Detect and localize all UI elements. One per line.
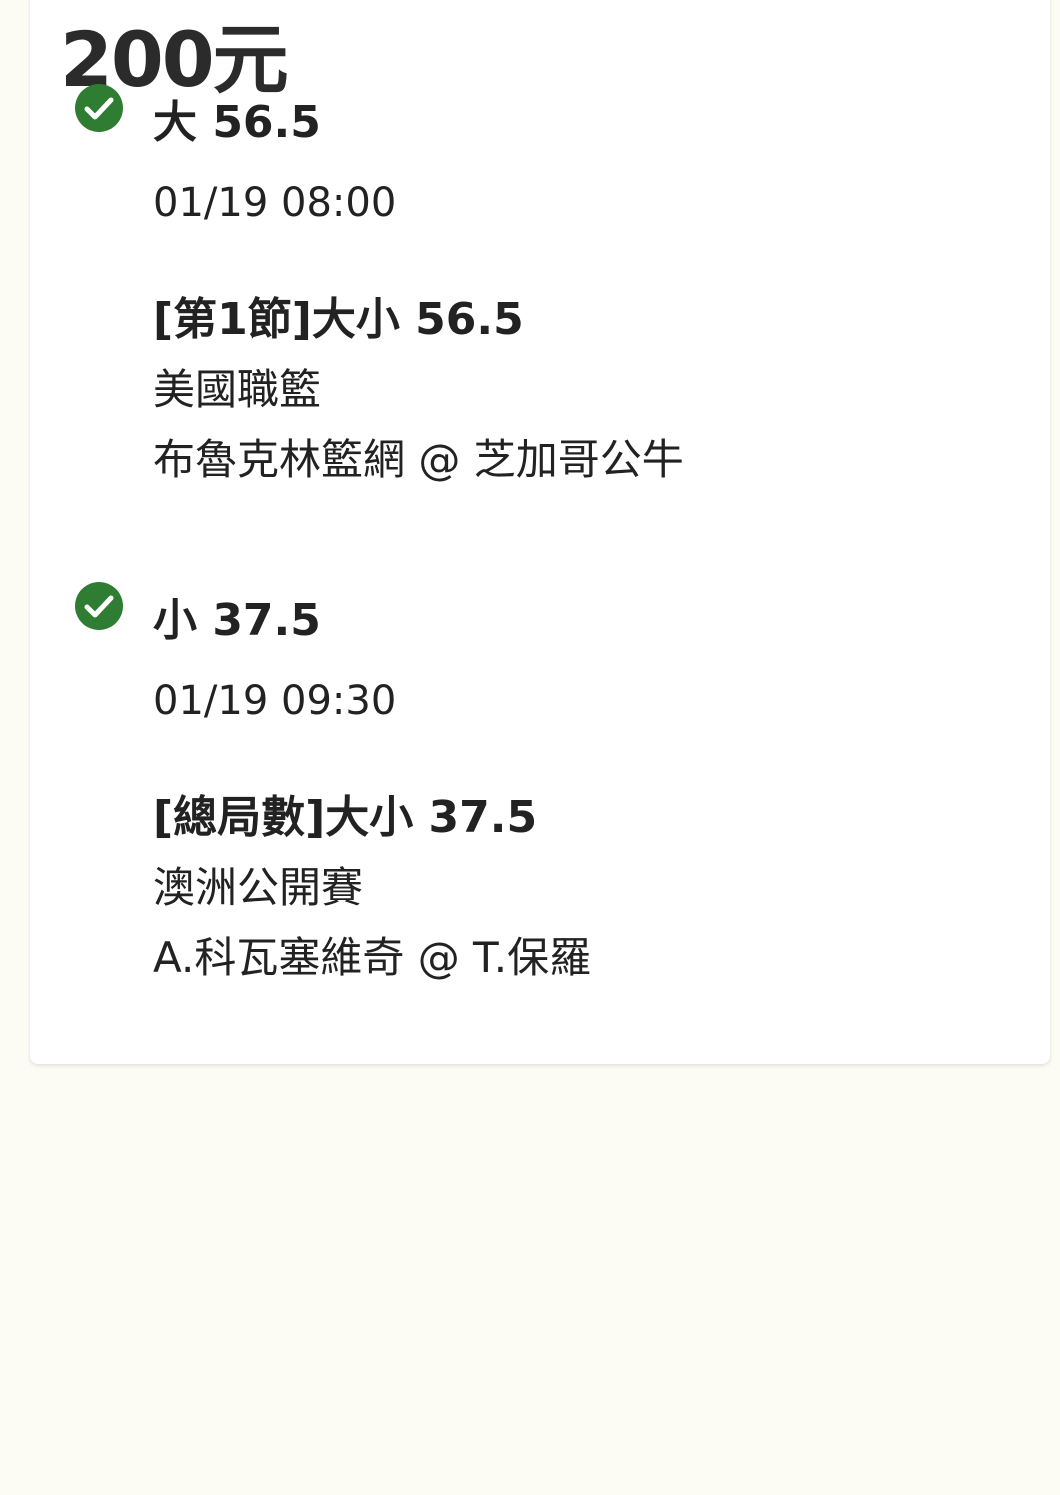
selection-time: 01/19 09:30	[153, 678, 397, 724]
selection-league: 美國職籃	[153, 365, 322, 414]
selection-league: 澳洲公開賽	[153, 863, 364, 912]
selection-pick: 大 56.5	[153, 97, 321, 148]
selection-time: 01/19 08:00	[153, 180, 397, 226]
selection-market: [總局數]大小 37.5	[153, 792, 538, 843]
check-circle-icon	[75, 582, 123, 630]
selection-pick: 小 37.5	[153, 595, 321, 646]
selection-match: 布魯克林籃網 @ 芝加哥公牛	[153, 435, 684, 484]
selection-market: [第1節]大小 56.5	[153, 294, 524, 345]
selection-match: A.科瓦塞維奇 @ T.保羅	[153, 933, 592, 982]
check-circle-icon	[75, 84, 123, 132]
